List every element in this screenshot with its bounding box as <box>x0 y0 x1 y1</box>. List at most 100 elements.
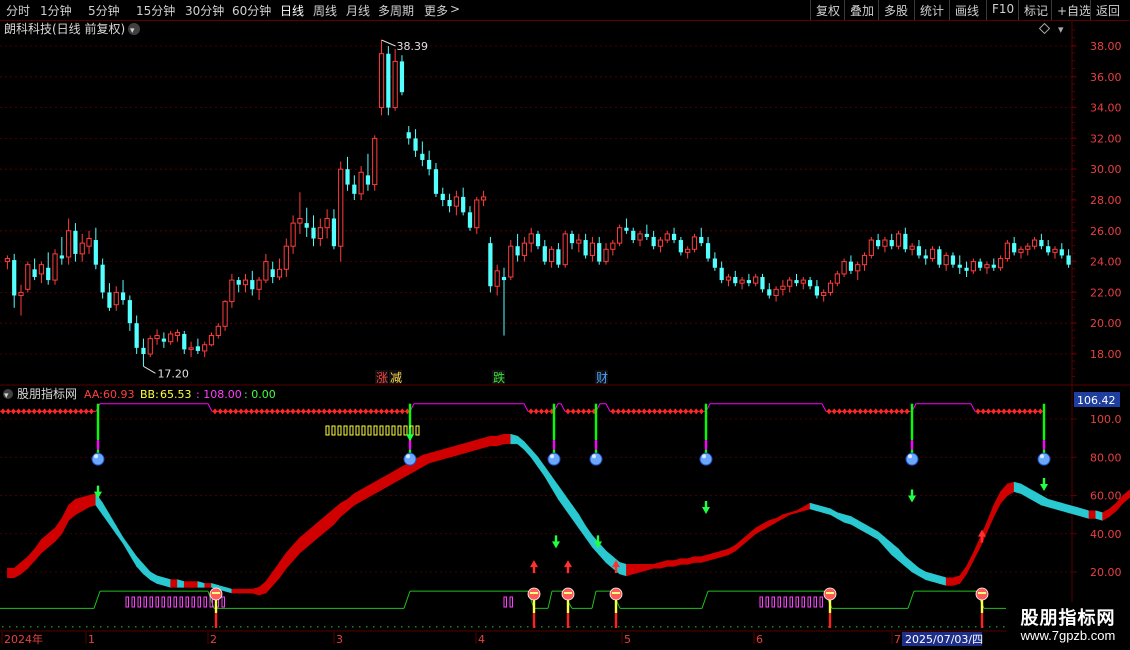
ribbon-segment <box>673 558 682 567</box>
bottom-dot <box>198 626 200 628</box>
low-pointer <box>143 365 156 374</box>
bottom-dot <box>275 626 277 628</box>
candle-body <box>978 261 983 268</box>
accumulate-bar <box>143 596 147 608</box>
bottom-dot <box>912 626 914 628</box>
ribbon-segment <box>537 456 546 478</box>
ribbon-segment <box>381 473 389 491</box>
diamond-marker <box>980 408 986 415</box>
bottom-dot <box>940 626 942 628</box>
candle-body <box>358 171 364 195</box>
ribbon-segment <box>680 558 688 565</box>
hold-box <box>379 425 384 436</box>
hold-box <box>373 425 378 436</box>
stock-chart[interactable]: 38.00 36.00 34.00 32.00 30.00 28.00 26.00 24.00… <box>0 0 1130 650</box>
ribbon-segment <box>245 588 253 594</box>
sell-ball-icon <box>589 452 603 466</box>
candle-body <box>100 264 105 293</box>
bottom-dot <box>226 626 228 628</box>
ribbon-segment <box>558 484 566 510</box>
bottom-dot <box>303 626 305 628</box>
candle-body <box>827 282 834 293</box>
ribbon-segment <box>748 527 756 541</box>
ribbon-segment <box>388 470 396 487</box>
bottom-dot <box>821 626 823 628</box>
ribbon-segment <box>374 477 382 495</box>
candle-body <box>413 138 418 151</box>
hold-box <box>337 425 342 436</box>
buy-ball-band <box>564 592 572 594</box>
candle-body <box>617 227 623 244</box>
candle-body <box>433 169 439 194</box>
bottom-dot <box>359 626 361 628</box>
x-axis-label: 6 <box>756 633 763 646</box>
candle-body <box>664 233 670 241</box>
bottom-dot <box>695 626 697 628</box>
ribbon-segment <box>163 577 171 588</box>
ribbon-segment <box>1047 498 1056 510</box>
bottom-dot <box>366 626 368 628</box>
bottom-dot <box>184 626 186 628</box>
sell-ball-icon <box>91 452 105 466</box>
candle-body <box>1059 249 1064 256</box>
ribbon-segment <box>816 504 825 514</box>
bottom-dot <box>520 626 522 628</box>
sell-ball-highlight <box>550 454 554 459</box>
ribbon-segment <box>524 441 532 459</box>
candle-body <box>895 233 902 247</box>
candle-body <box>154 335 160 340</box>
diamond-marker <box>852 408 858 415</box>
bottom-dot <box>772 626 774 628</box>
bottom-dot <box>170 626 172 628</box>
candle-body <box>283 245 289 270</box>
ribbon-segment <box>279 551 287 579</box>
hold-box <box>325 425 330 436</box>
diamond-marker <box>233 408 239 415</box>
candle-body <box>420 153 425 160</box>
ribbon-segment <box>837 512 845 523</box>
ribbon-segment <box>401 462 410 479</box>
ribbon-segment <box>1122 489 1130 504</box>
indicator-axis-label: 60.00 <box>1090 490 1122 503</box>
sell-ball-highlight <box>1040 454 1044 459</box>
candle-body <box>733 277 738 284</box>
event-tag: 涨 <box>376 370 388 385</box>
candle-body <box>807 280 813 287</box>
ribbon-segment <box>272 561 280 587</box>
bottom-dot <box>240 626 242 628</box>
diamond-marker <box>904 408 910 415</box>
candle-body <box>93 240 98 265</box>
diamond-marker <box>662 408 668 415</box>
bottom-dot <box>716 626 718 628</box>
ribbon-segment <box>1041 494 1049 508</box>
bb-label: BB: <box>140 388 159 401</box>
candle-body <box>86 238 92 247</box>
diamond-marker <box>228 408 233 415</box>
bottom-dot <box>457 626 459 628</box>
diamond-marker <box>332 408 337 415</box>
bottom-dot <box>289 626 291 628</box>
price-axis-label: 18.00 <box>1090 348 1122 361</box>
candle-body <box>937 249 942 265</box>
ribbon-segment <box>966 552 974 575</box>
ribbon-segment <box>802 502 811 512</box>
candle-body <box>909 245 915 250</box>
bottom-dot <box>968 626 970 628</box>
bottom-dot <box>177 626 179 628</box>
candle-body <box>46 267 51 281</box>
candle-body <box>882 239 888 247</box>
ribbon-segment <box>605 550 614 569</box>
ribbon-segment <box>619 562 627 577</box>
candle-body <box>215 325 221 337</box>
bottom-dot <box>436 626 438 628</box>
high-pointer <box>381 39 396 47</box>
ribbon-segment <box>782 512 790 519</box>
ribbon-segment <box>449 445 457 458</box>
candle-body <box>18 291 24 296</box>
bottom-dot <box>268 626 270 628</box>
ribbon-segment <box>959 565 967 585</box>
sell-ball-highlight <box>406 454 410 459</box>
candle-body <box>821 291 827 296</box>
diamond-marker <box>290 408 296 415</box>
ribbon-segment <box>13 561 22 579</box>
